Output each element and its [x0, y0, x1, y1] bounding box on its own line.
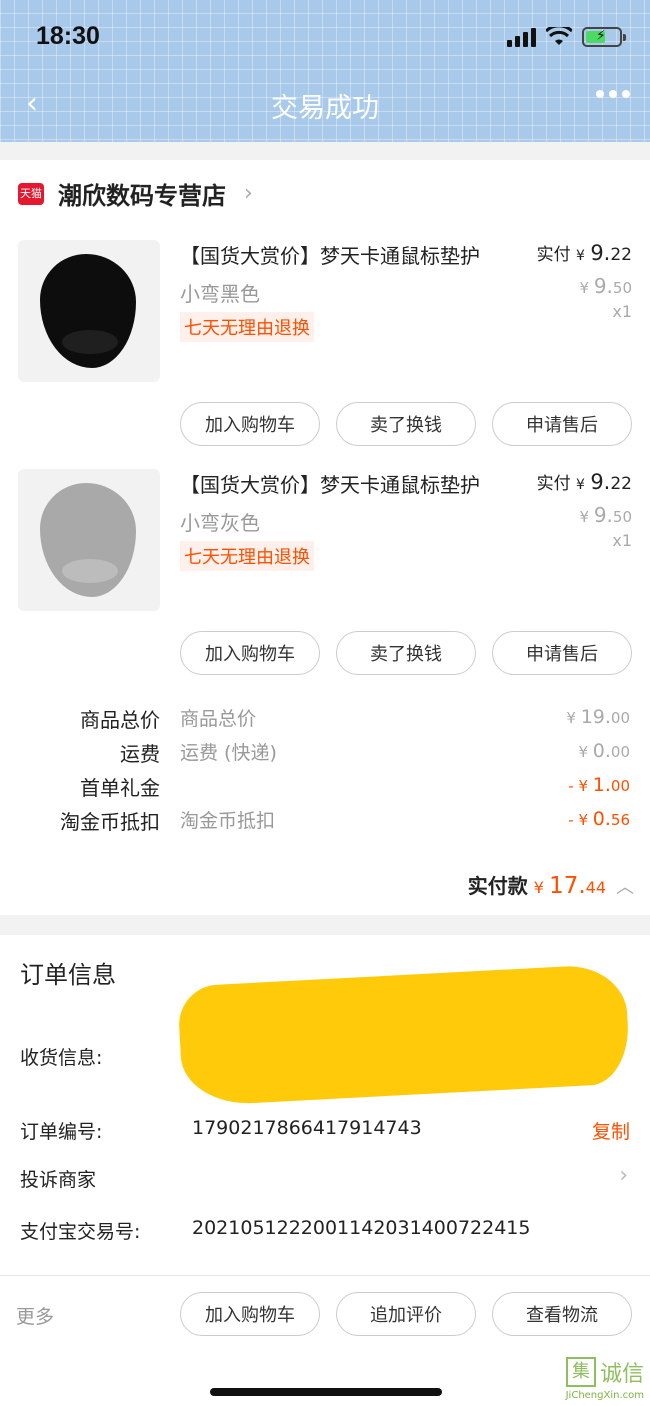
summary-label: 首单礼金 [80, 776, 160, 800]
item-actions: 加入购物车 卖了换钱 申请售后 [180, 631, 632, 675]
return-policy-tag: 七天无理由退换 [180, 541, 314, 571]
item-actions: 加入购物车 卖了换钱 申请售后 [180, 402, 632, 446]
battery-icon: ⚡ [582, 27, 626, 47]
add-cart-button[interactable]: 加入购物车 [180, 402, 320, 446]
page-title: 交易成功 [271, 93, 379, 124]
product-title[interactable]: 【国货大赏价】梦天卡通鼠标垫护 [180, 469, 480, 498]
status-time: 18:30 [36, 22, 100, 50]
home-indicator[interactable] [210, 1388, 442, 1396]
more-options-icon[interactable] [596, 90, 630, 98]
summary-row: 淘金币抵扣 淘金币抵扣 - ¥ 0.56 [0, 802, 650, 836]
store-link[interactable]: 天猫 潮欣数码专营店 › [18, 176, 253, 211]
quantity: x1 [612, 302, 632, 321]
resell-button[interactable]: 卖了换钱 [336, 402, 476, 446]
product-image[interactable] [18, 240, 160, 382]
chevron-right-icon: › [619, 1163, 628, 1188]
summary-label: 商品总价 [80, 708, 160, 732]
summary-label: 淘金币抵扣 [60, 810, 160, 834]
summary-row: 商品总价 商品总价 ¥ 19.00 [0, 700, 650, 734]
product-variant: 小弯灰色 [180, 511, 260, 535]
paid-price: 实付 ¥ 9.22 [536, 241, 632, 265]
order-no-label: 订单编号: [20, 1121, 103, 1143]
copy-button[interactable]: 复制 [592, 1117, 630, 1144]
return-policy-tag: 七天无理由退换 [180, 312, 314, 342]
view-logistics-button[interactable]: 查看物流 [492, 1292, 632, 1336]
product-item: 【国货大赏价】梦天卡通鼠标垫护 小弯黑色 七天无理由退换 实付 ¥ 9.22 ¥… [0, 240, 650, 450]
add-cart-button[interactable]: 加入购物车 [180, 1292, 320, 1336]
add-review-button[interactable]: 追加评价 [336, 1292, 476, 1336]
summary-row: 运费 运费 (快递) ¥ 0.00 [0, 734, 650, 768]
order-info-heading: 订单信息 [20, 961, 116, 989]
store-card: 天猫 潮欣数码专营店 › 【国货大赏价】梦天卡通鼠标垫护 小弯黑色 七天无理由退… [0, 160, 650, 915]
total-paid[interactable]: 实付款 ¥ 17.44 ︿ [468, 870, 634, 899]
summary-value: ¥ 0.00 [578, 740, 630, 762]
product-title[interactable]: 【国货大赏价】梦天卡通鼠标垫护 [180, 240, 480, 269]
summary-desc: 商品总价 [180, 708, 257, 730]
shipping-label: 收货信息: [20, 1047, 103, 1069]
mousepad-image [40, 483, 136, 597]
paid-price: 实付 ¥ 9.22 [536, 470, 632, 494]
total-value: ¥ 17.44 [533, 873, 606, 899]
total-label: 实付款 [467, 874, 528, 898]
chevron-right-icon: › [244, 181, 253, 206]
summary-row: 首单礼金 - ¥ 1.00 [0, 768, 650, 802]
alipay-no-label: 支付宝交易号: [20, 1221, 141, 1243]
order-info-card: 订单信息 收货信息: 订单编号: 1790217866417914743 复制 … [0, 935, 650, 1275]
product-variant: 小弯黑色 [180, 282, 260, 306]
alipay-no-value: 2021051222001142031400722415 [192, 1217, 531, 1239]
more-link[interactable]: 更多 [16, 1302, 54, 1329]
status-icons: ⚡ [507, 27, 626, 47]
price-summary: 商品总价 商品总价 ¥ 19.00 运费 运费 (快递) ¥ 0.00 首单礼金… [0, 700, 650, 836]
chevron-up-icon: ︿ [616, 877, 634, 898]
redaction-mark [177, 963, 631, 1107]
resell-button[interactable]: 卖了换钱 [336, 631, 476, 675]
summary-value: - ¥ 0.56 [568, 808, 630, 830]
store-name: 潮欣数码专营店 [58, 182, 226, 210]
summary-desc: 运费 (快递) [180, 742, 277, 764]
wifi-icon [546, 27, 572, 45]
bottom-actions: 加入购物车 追加评价 查看物流 [180, 1292, 632, 1336]
after-sale-button[interactable]: 申请售后 [492, 631, 632, 675]
mousepad-image [40, 254, 136, 368]
after-sale-button[interactable]: 申请售后 [492, 402, 632, 446]
add-cart-button[interactable]: 加入购物车 [180, 631, 320, 675]
complain-merchant-link[interactable]: 投诉商家 [20, 1165, 96, 1192]
original-price: ¥ 9.50 [579, 274, 632, 298]
bottom-action-bar: 更多 加入购物车 追加评价 查看物流 [0, 1275, 650, 1406]
tmall-icon: 天猫 [18, 182, 44, 205]
signal-icon [507, 27, 536, 47]
watermark-logo: 集 诚信 [565, 1356, 644, 1388]
order-no-value: 1790217866417914743 [192, 1117, 422, 1139]
summary-value: - ¥ 1.00 [568, 774, 630, 796]
summary-desc: 淘金币抵扣 [180, 810, 276, 832]
watermark-url: JiChengXin.com [565, 1390, 644, 1401]
original-price: ¥ 9.50 [579, 503, 632, 527]
summary-label: 运费 [120, 742, 160, 766]
quantity: x1 [612, 531, 632, 550]
product-item: 【国货大赏价】梦天卡通鼠标垫护 小弯灰色 七天无理由退换 实付 ¥ 9.22 ¥… [0, 469, 650, 679]
product-image[interactable] [18, 469, 160, 611]
header: 18:30 ⚡ ‹ 交易成功 [0, 0, 650, 142]
summary-value: ¥ 19.00 [566, 706, 630, 728]
